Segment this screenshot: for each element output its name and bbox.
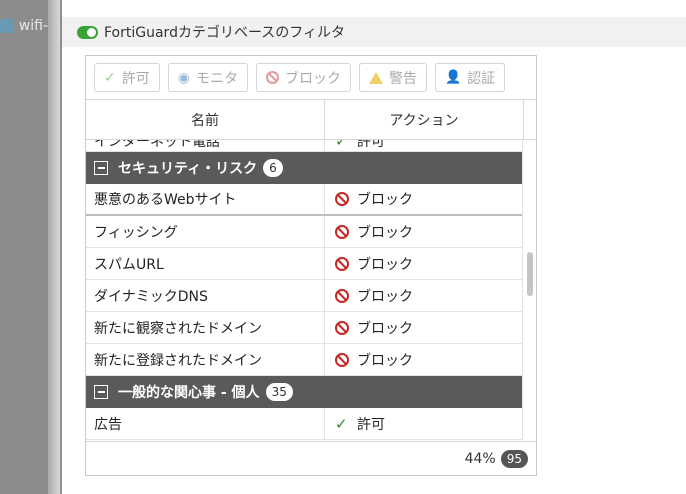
wifi-icon xyxy=(0,19,14,33)
warning-button-label: 警告 xyxy=(388,70,417,87)
background-page: wifi- xyxy=(0,0,48,494)
fortiguard-filter-toggle[interactable] xyxy=(77,25,98,39)
category-action: ✓ 許可 xyxy=(325,408,524,439)
category-action: ✓ 許可 xyxy=(325,140,524,151)
category-name: 悪意のあるWebサイト xyxy=(86,184,325,214)
block-icon xyxy=(335,192,349,206)
group-label: 一般的な関心事 - 個人 xyxy=(118,385,260,401)
column-header-action[interactable]: アクション xyxy=(325,100,524,139)
monitor-button-label: モニタ xyxy=(195,70,238,87)
category-action: ブロック xyxy=(325,344,524,375)
category-name: 新たに登録されたドメイン xyxy=(86,344,325,375)
table-row[interactable]: 広告 ✓ 許可 xyxy=(86,408,524,440)
table-row[interactable]: スパムURL ブロック xyxy=(86,248,524,280)
scrollbar-thumb[interactable] xyxy=(527,252,533,296)
table-row[interactable]: ダイナミックDNS ブロック xyxy=(86,280,524,312)
table-row[interactable]: 悪意のあるWebサイト ブロック xyxy=(86,184,524,216)
block-icon xyxy=(335,288,349,303)
check-icon: ✓ xyxy=(335,140,348,150)
table-row[interactable]: フィッシング ブロック xyxy=(86,216,524,248)
block-icon xyxy=(335,320,349,335)
warning-button[interactable]: 警告 xyxy=(358,63,427,92)
group-label: セキュリティ・リスク xyxy=(118,161,258,177)
category-name: スパムURL xyxy=(86,248,325,279)
total-count-badge: 95 xyxy=(500,449,528,468)
table-body: インターネット電話 ✓ 許可 セキュリティ・リスク 6 悪意のあるWebサイト xyxy=(86,140,536,440)
table-rows: インターネット電話 ✓ 許可 セキュリティ・リスク 6 悪意のあるWebサイト xyxy=(86,140,524,440)
allow-button-label: 許可 xyxy=(121,70,150,87)
category-name: フィッシング xyxy=(86,216,325,247)
panel-shadow xyxy=(48,0,60,494)
category-name: インターネット電話 xyxy=(86,140,325,151)
category-name: 広告 xyxy=(86,408,325,439)
action-label: ブロック xyxy=(357,224,413,241)
scroll-percent: 44% xyxy=(464,450,496,467)
action-label: ブロック xyxy=(357,352,413,369)
action-label: ブロック xyxy=(357,288,413,305)
block-icon xyxy=(335,256,349,271)
group-header[interactable]: セキュリティ・リスク 6 xyxy=(86,152,524,184)
block-button-label: ブロック xyxy=(284,70,341,87)
action-label: ブロック xyxy=(357,256,413,273)
collapse-icon[interactable] xyxy=(94,161,108,175)
table-row[interactable]: インターネット電話 ✓ 許可 xyxy=(86,140,524,152)
fortiguard-filter-section: FortiGuardカテゴリベースのフィルタ xyxy=(62,17,686,47)
group-count-badge: 6 xyxy=(263,159,283,177)
table-footer: 44% 95 xyxy=(86,441,536,475)
category-action: ブロック xyxy=(325,312,524,343)
category-action: ブロック xyxy=(325,248,524,279)
collapse-icon[interactable] xyxy=(94,385,108,399)
action-label: ブロック xyxy=(357,320,413,337)
section-title: FortiGuardカテゴリベースのフィルタ xyxy=(104,25,345,41)
column-header-spacer xyxy=(524,100,536,139)
table-row[interactable]: 新たに観察されたドメイン ブロック xyxy=(86,312,524,344)
vertical-scrollbar[interactable] xyxy=(522,140,536,440)
edit-panel: FortiGuardカテゴリベースのフィルタ ✓ 許可 ◉ モニタ ブロック 警… xyxy=(62,0,686,494)
block-button[interactable]: ブロック xyxy=(255,63,351,92)
block-icon xyxy=(335,224,349,239)
eye-icon: ◉ xyxy=(177,69,190,86)
block-icon xyxy=(335,352,349,367)
warning-icon xyxy=(368,71,383,84)
user-icon: 👤 xyxy=(444,70,462,85)
category-name: 新たに観察されたドメイン xyxy=(86,312,325,343)
category-filter-table: ✓ 許可 ◉ モニタ ブロック 警告 👤 認証 名前 アクション インターネット… xyxy=(85,55,537,476)
background-tab: wifi- xyxy=(0,12,48,40)
table-header: 名前 アクション xyxy=(86,100,536,140)
category-action: ブロック xyxy=(325,216,524,247)
action-label: ブロック xyxy=(357,192,413,208)
check-icon: ✓ xyxy=(104,69,116,86)
action-toolbar: ✓ 許可 ◉ モニタ ブロック 警告 👤 認証 xyxy=(86,56,536,100)
check-icon: ✓ xyxy=(335,414,348,433)
group-count-badge: 35 xyxy=(265,383,293,401)
background-tab-label: wifi- xyxy=(18,18,48,34)
authenticate-button-label: 認証 xyxy=(467,70,496,87)
allow-button[interactable]: ✓ 許可 xyxy=(94,63,160,92)
column-header-name[interactable]: 名前 xyxy=(86,100,325,139)
action-label: 許可 xyxy=(357,140,385,150)
authenticate-button[interactable]: 👤 認証 xyxy=(434,63,506,92)
monitor-button[interactable]: ◉ モニタ xyxy=(167,63,248,92)
block-icon xyxy=(265,71,279,84)
group-header[interactable]: 一般的な関心事 - 個人 35 xyxy=(86,376,524,408)
category-action: ブロック xyxy=(325,280,524,311)
category-action: ブロック xyxy=(325,184,524,214)
action-label: 許可 xyxy=(357,416,385,433)
category-name: ダイナミックDNS xyxy=(86,280,325,311)
table-row[interactable]: 新たに登録されたドメイン ブロック xyxy=(86,344,524,376)
